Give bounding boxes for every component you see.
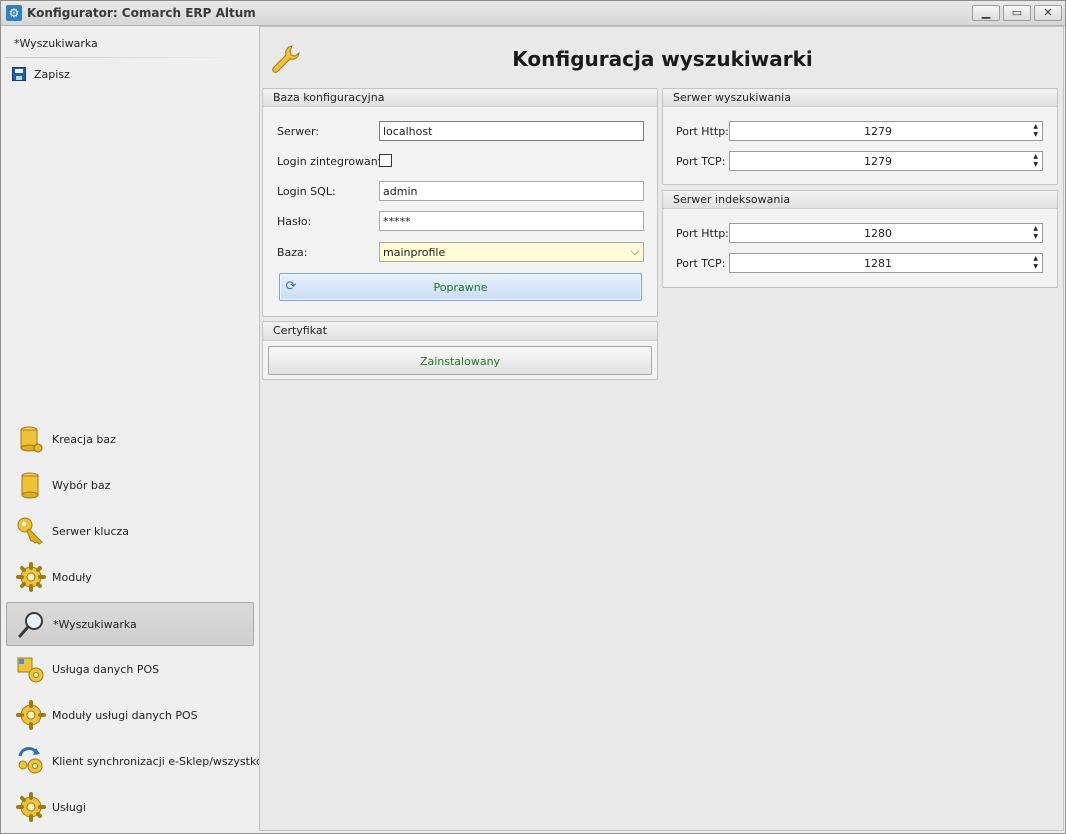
maximize-icon: ▭ <box>1011 6 1023 19</box>
spin-down-icon[interactable]: ▼ <box>1033 132 1038 138</box>
poprawne-button[interactable]: ⟳ Poprawne <box>279 273 642 301</box>
app-icon: ⚙ <box>6 5 22 21</box>
sync-gear-icon <box>18 747 43 774</box>
port-tcp-stepper[interactable]: 1281 ▲ ▼ <box>729 253 1043 273</box>
sidebar-item-label: Usługa danych POS <box>52 663 160 676</box>
group-title: Serwer indeksowania <box>673 193 791 206</box>
minimize-button[interactable]: ▁ <box>972 5 1000 21</box>
main-panel: Konfiguracja wyszukiwarki Baza konfigura… <box>259 26 1064 831</box>
sidebar-item-kreacja-baz[interactable]: Kreacja baz <box>6 418 254 462</box>
port-tcp-value: 1279 <box>864 155 892 168</box>
sidebar-item-moduly-uslugi-danych-pos[interactable]: Moduły usługi danych POS <box>6 694 254 738</box>
group-title: Serwer wyszukiwania <box>673 91 791 104</box>
maximize-button[interactable]: ▭ <box>1003 5 1031 21</box>
sidebar-item-label: Wybór baz <box>52 479 111 492</box>
sidebar-item-uslugi[interactable]: Usługi <box>6 786 254 830</box>
sidebar-item-usluga-danych-pos[interactable]: Usługa danych POS <box>6 648 254 692</box>
sidebar-item-label: *Wyszukiwarka <box>53 618 137 631</box>
sidebar-item-label: Klient synchronizacji e-Sklep/wszystko.p… <box>52 755 277 768</box>
spin-up-icon[interactable]: ▲ <box>1033 256 1038 262</box>
database-gear-icon <box>20 426 43 453</box>
sidebar-item-klient-synchronizacji[interactable]: Klient synchronizacji e-Sklep/wszystko.p… <box>6 740 276 784</box>
poprawne-button-label: Poprawne <box>433 281 488 294</box>
spin-up-icon[interactable]: ▲ <box>1033 154 1038 160</box>
zainstalowany-button-label: Zainstalowany <box>419 355 501 368</box>
serwer-label: Serwer: <box>277 125 320 138</box>
baza-konfiguracyjna-group: Baza konfiguracyjna Serwer: localhost Lo… <box>262 88 658 317</box>
chevron-down-icon: ⌵ <box>630 245 639 258</box>
port-http-label: Port Http: <box>676 227 729 240</box>
port-http-value: 1279 <box>864 125 892 138</box>
minimize-icon: ▁ <box>981 6 991 19</box>
zainstalowany-button[interactable]: Zainstalowany <box>268 346 652 375</box>
sidebar-item-label: Serwer klucza <box>52 525 130 538</box>
port-http-value: 1280 <box>864 227 892 240</box>
gear-icon <box>16 700 46 730</box>
key-icon <box>17 517 43 545</box>
port-tcp-label: Port TCP: <box>676 257 726 270</box>
sidebar-item-moduly[interactable]: Moduły <box>6 556 254 600</box>
database-icon <box>21 472 39 499</box>
serwer-input[interactable]: localhost <box>379 121 644 141</box>
port-http-stepper[interactable]: 1280 ▲ ▼ <box>729 223 1043 243</box>
app-window: ⚙ Konfigurator: Comarch ERP Altum ▁ ▭ ✕ … <box>0 0 1066 834</box>
baza-select-value: mainprofile <box>383 246 446 259</box>
group-header: Baza konfiguracyjna <box>263 89 657 107</box>
login-sql-label: Login SQL: <box>277 185 336 198</box>
sidebar: *Wyszukiwarka Zapisz Kreacja baz Wybór b… <box>1 26 276 833</box>
baza-label: Baza: <box>277 246 308 259</box>
certyfikat-group: Certyfikat Zainstalowany <box>262 321 658 380</box>
close-icon: ✕ <box>1043 6 1053 19</box>
port-http-stepper[interactable]: 1279 ▲ ▼ <box>729 121 1043 141</box>
page-title: Konfiguracja wyszukiwarki <box>512 47 813 71</box>
port-tcp-value: 1281 <box>864 257 892 270</box>
spin-down-icon[interactable]: ▼ <box>1033 162 1038 168</box>
baza-select[interactable]: mainprofile ⌵ <box>379 242 644 262</box>
port-tcp-label: Port TCP: <box>676 155 726 168</box>
sidebar-item-wyszukiwarka[interactable]: *Wyszukiwarka <box>6 602 254 646</box>
login-zintegrowany-label: Login zintegrowany: <box>277 155 388 168</box>
spin-down-icon[interactable]: ▼ <box>1033 264 1038 270</box>
sidebar-item-serwer-klucza[interactable]: Serwer klucza <box>6 510 254 554</box>
magnifier-icon <box>18 612 43 638</box>
group-header: Certyfikat <box>263 322 657 341</box>
haslo-label: Hasło: <box>277 215 312 228</box>
close-button[interactable]: ✕ <box>1034 5 1062 21</box>
floppy-disk-icon <box>12 67 26 81</box>
sidebar-header: *Wyszukiwarka <box>14 37 98 50</box>
pos-data-service-icon <box>17 657 44 683</box>
group-title: Baza konfiguracyjna <box>273 91 385 104</box>
port-http-label: Port Http: <box>676 125 729 138</box>
sidebar-item-wybor-baz[interactable]: Wybór baz <box>6 464 254 508</box>
sidebar-item-label: Kreacja baz <box>52 433 116 446</box>
divider <box>5 57 253 58</box>
haslo-input[interactable]: ***** <box>379 211 644 231</box>
spin-up-icon[interactable]: ▲ <box>1033 124 1038 130</box>
port-tcp-stepper[interactable]: 1279 ▲ ▼ <box>729 151 1043 171</box>
sidebar-item-label: Usługi <box>52 801 86 814</box>
window-title: Konfigurator: Comarch ERP Altum <box>27 6 256 20</box>
gear-icon <box>16 562 46 592</box>
login-sql-input[interactable]: admin <box>379 181 644 201</box>
sidebar-item-label: Moduły <box>52 571 92 584</box>
gear-icon <box>16 792 46 822</box>
login-zintegrowany-checkbox[interactable] <box>379 154 392 167</box>
serwer-indeksowania-group: Serwer indeksowania Port Http: 1280 ▲ ▼ … <box>662 190 1058 288</box>
serwer-wyszukiwania-group: Serwer wyszukiwania Port Http: 1279 ▲ ▼ … <box>662 88 1058 185</box>
group-header: Serwer indeksowania <box>663 191 1057 209</box>
title-bar: ⚙ Konfigurator: Comarch ERP Altum ▁ ▭ ✕ <box>1 1 1065 26</box>
save-label: Zapisz <box>34 68 70 81</box>
group-title: Certyfikat <box>273 324 327 337</box>
spin-down-icon[interactable]: ▼ <box>1033 234 1038 240</box>
spin-up-icon[interactable]: ▲ <box>1033 226 1038 232</box>
sidebar-item-label: Moduły usługi danych POS <box>52 709 198 722</box>
group-header: Serwer wyszukiwania <box>663 89 1057 107</box>
